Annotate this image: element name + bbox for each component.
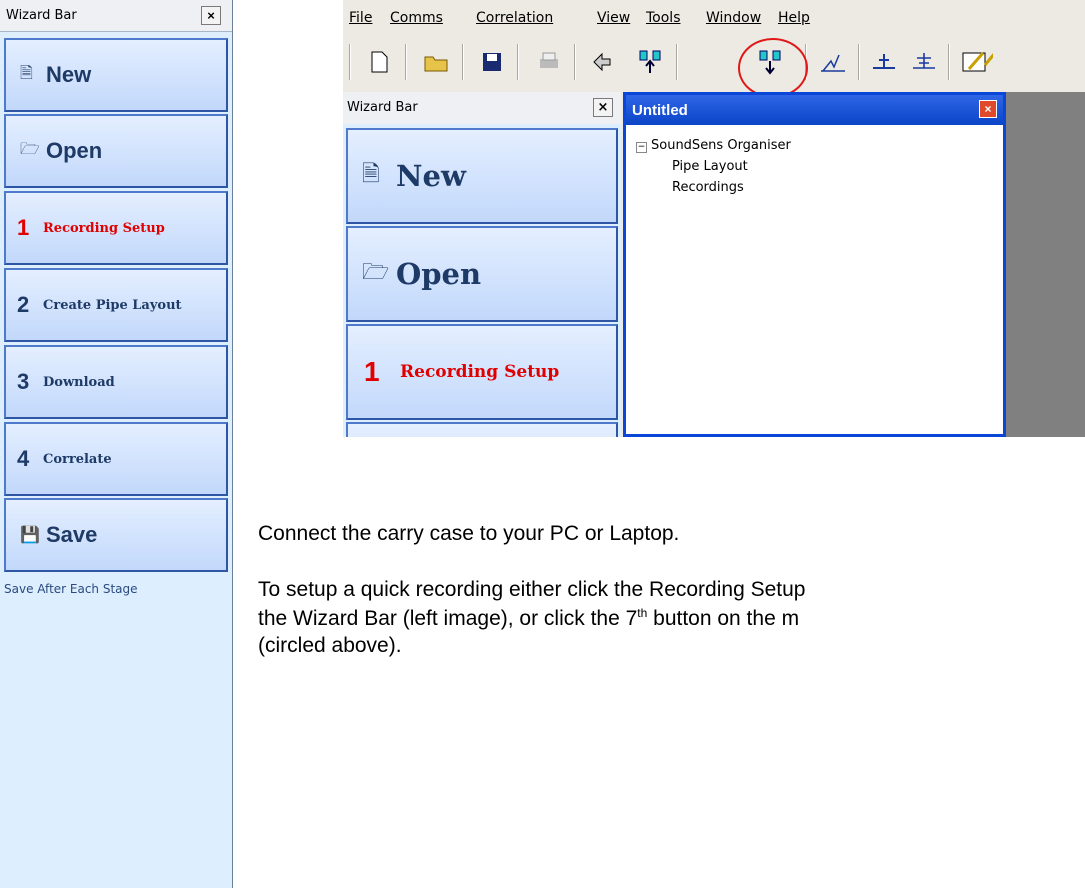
app-wizard-titlebar: Wizard Bar × bbox=[343, 92, 621, 124]
open-folder-icon: 🗁 bbox=[362, 259, 390, 284]
instruction-line-3a: the Wizard Bar (left image), or click th… bbox=[258, 607, 638, 630]
tree-item-label: Recordings bbox=[672, 180, 744, 195]
save-label: Save bbox=[46, 522, 98, 547]
new-label: New bbox=[396, 159, 466, 193]
toolbar bbox=[343, 36, 1085, 90]
recording-setup-button[interactable]: 1 Recording Setup bbox=[346, 324, 618, 420]
save-disk-icon[interactable] bbox=[476, 46, 508, 78]
instruction-line-4: (circled above). bbox=[258, 634, 402, 657]
open-button[interactable]: 🗁 Open bbox=[346, 226, 618, 322]
menu-bar: File Comms Correlation View Tools Window… bbox=[343, 0, 1085, 36]
instruction-line-3: the Wizard Bar (left image), or click th… bbox=[258, 606, 799, 631]
instruction-line-3b: button on the m bbox=[647, 607, 800, 630]
tree-item-pipe-layout[interactable]: Pipe Layout bbox=[636, 156, 791, 177]
app-screenshot: File Comms Correlation View Tools Window… bbox=[343, 0, 1085, 437]
edit-icon[interactable] bbox=[961, 46, 993, 78]
toolbar-separator bbox=[574, 44, 576, 80]
step-label: Download bbox=[43, 374, 115, 390]
child-window-title: Untitled bbox=[632, 102, 688, 119]
step-number: 3 bbox=[17, 369, 30, 394]
instruction-line-2: To setup a quick recording either click … bbox=[258, 578, 806, 601]
menu-view[interactable]: View bbox=[597, 10, 630, 26]
organiser-tree: − SoundSens Organiser Pipe Layout Recordi… bbox=[636, 135, 791, 198]
new-button[interactable]: 🗎 New bbox=[346, 128, 618, 224]
save-disk-icon: 💾 bbox=[20, 527, 40, 544]
tree-item-recordings[interactable]: Recordings bbox=[636, 177, 791, 198]
wizard-bar: Wizard Bar × 🗎 New 🗁 Open 1 Recording Se… bbox=[0, 0, 233, 888]
step-label: Correlate bbox=[43, 451, 112, 467]
step-number: 2 bbox=[17, 292, 30, 317]
layout-icon[interactable] bbox=[908, 46, 940, 78]
save-hint: Save After Each Stage bbox=[4, 582, 138, 596]
comms-icon[interactable] bbox=[588, 46, 620, 78]
correlate-button[interactable]: 4 Correlate bbox=[4, 422, 228, 496]
save-button[interactable]: 💾 Save bbox=[4, 498, 228, 572]
open-label: Open bbox=[46, 138, 103, 163]
tree-root-label: SoundSens Organiser bbox=[651, 138, 791, 153]
open-folder-icon[interactable] bbox=[421, 46, 453, 78]
print-icon bbox=[533, 46, 565, 78]
step-number: 1 bbox=[364, 356, 380, 387]
app-wizard-bar: Wizard Bar × 🗎 New 🗁 Open 1 Recording Se… bbox=[343, 92, 621, 437]
menu-comms[interactable]: Comms bbox=[390, 10, 443, 26]
open-folder-icon: 🗁 bbox=[20, 140, 40, 158]
pipe-icon[interactable] bbox=[868, 46, 900, 78]
collapse-icon[interactable]: − bbox=[636, 142, 647, 153]
new-label: New bbox=[46, 62, 92, 87]
download-button[interactable]: 3 Download bbox=[4, 345, 228, 419]
new-file-icon: 🗎 bbox=[20, 64, 33, 82]
menu-file[interactable]: File bbox=[349, 10, 372, 26]
instruction-line-1: Connect the carry case to your PC or Lap… bbox=[258, 522, 680, 545]
open-label: Open bbox=[396, 257, 482, 291]
child-window: Untitled × − SoundSens Organiser Pipe Lay… bbox=[623, 92, 1006, 437]
step-label: Recording Setup bbox=[400, 362, 560, 382]
step-number: 4 bbox=[17, 446, 30, 471]
tree-item-label: Pipe Layout bbox=[672, 159, 748, 174]
new-button[interactable]: 🗎 New bbox=[4, 38, 228, 112]
toolbar-separator bbox=[676, 44, 678, 80]
new-file-icon[interactable] bbox=[363, 46, 395, 78]
open-button[interactable]: 🗁 Open bbox=[4, 114, 228, 188]
mdi-background bbox=[1006, 92, 1085, 437]
wizard-bar-title: Wizard Bar bbox=[6, 8, 77, 23]
step-label: Recording Setup bbox=[43, 220, 165, 236]
menu-tools[interactable]: Tools bbox=[646, 10, 681, 26]
toolbar-separator bbox=[948, 44, 950, 80]
toolbar-separator bbox=[858, 44, 860, 80]
child-window-titlebar: Untitled × bbox=[626, 95, 1003, 125]
close-icon[interactable]: × bbox=[201, 6, 221, 25]
close-icon[interactable]: × bbox=[979, 100, 997, 118]
toolbar-separator bbox=[517, 44, 519, 80]
superscript-th: th bbox=[637, 606, 648, 620]
toolbar-separator bbox=[462, 44, 464, 80]
toolbar-separator bbox=[405, 44, 407, 80]
wizard-bar-titlebar: Wizard Bar × bbox=[0, 0, 232, 32]
correlate-icon[interactable] bbox=[817, 46, 849, 78]
highlight-circle bbox=[738, 38, 808, 98]
step-number: 1 bbox=[17, 215, 30, 240]
new-file-icon: 🗎 bbox=[362, 161, 380, 186]
close-icon[interactable]: × bbox=[593, 98, 613, 117]
recording-setup-button[interactable]: 1 Recording Setup bbox=[4, 191, 228, 265]
toolbar-separator bbox=[349, 44, 351, 80]
wizard-button-partial[interactable] bbox=[346, 422, 618, 437]
create-pipe-layout-button[interactable]: 2 Create Pipe Layout bbox=[4, 268, 228, 342]
menu-correlation[interactable]: Correlation bbox=[476, 10, 553, 26]
upload-icon[interactable] bbox=[635, 46, 667, 78]
menu-help[interactable]: Help bbox=[778, 10, 810, 26]
app-wizard-title: Wizard Bar bbox=[347, 100, 418, 115]
menu-window[interactable]: Window bbox=[706, 10, 761, 26]
tree-root[interactable]: − SoundSens Organiser bbox=[636, 135, 791, 156]
step-label: Create Pipe Layout bbox=[43, 297, 182, 313]
